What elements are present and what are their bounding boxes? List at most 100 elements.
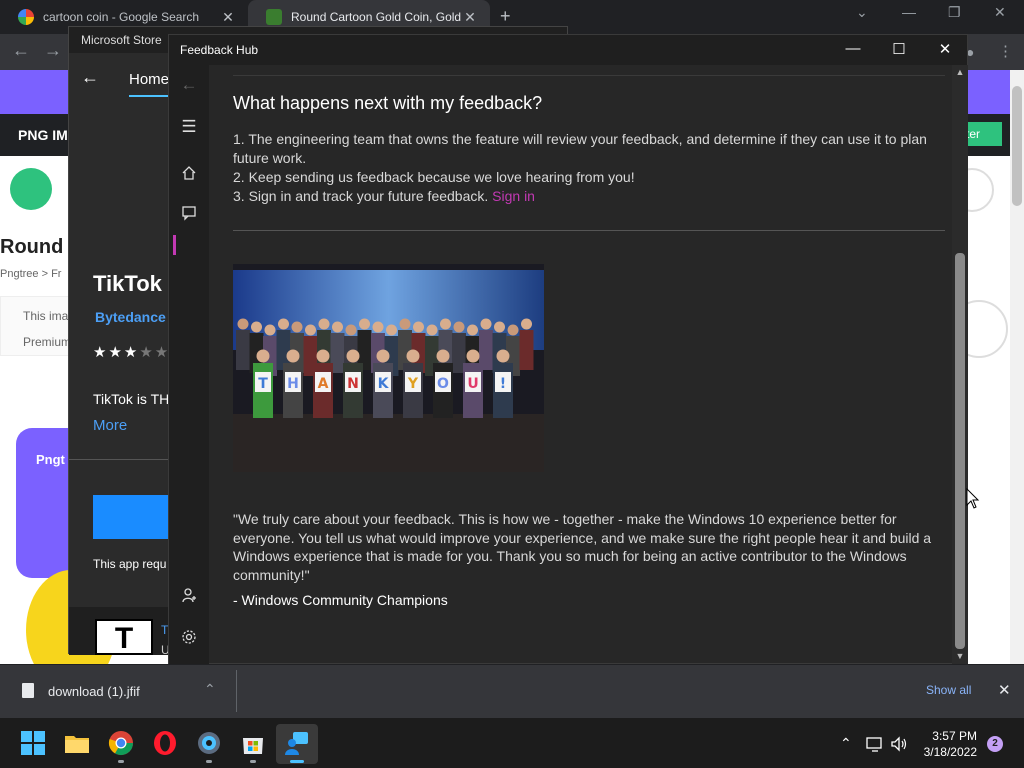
breadcrumb[interactable]: Pngtree > Fr [0, 268, 61, 280]
store-title: Microsoft Store [81, 33, 162, 47]
step-text: 3. Sign in and track your future feedbac… [233, 188, 489, 204]
chevron-up-icon[interactable]: ⌃ [204, 681, 216, 698]
person-head [332, 321, 343, 333]
letter-card-text: Y [407, 376, 419, 392]
google-icon [18, 9, 34, 25]
close-icon[interactable]: ✕ [998, 681, 1011, 699]
back-icon[interactable]: ← [81, 67, 99, 88]
person-head [406, 349, 420, 363]
tab-home[interactable]: Home [129, 71, 169, 88]
new-tab-icon[interactable]: + [500, 6, 511, 27]
person-head [318, 318, 330, 330]
person-head [467, 324, 478, 336]
page-heading: Round [0, 236, 64, 258]
person-head [507, 324, 519, 336]
divider [233, 230, 945, 231]
person-body [519, 330, 534, 370]
pngtree-icon [266, 9, 282, 25]
notification-badge[interactable]: 2 [987, 736, 1003, 752]
scrollbar-thumb[interactable] [1012, 86, 1022, 206]
app-description: TikTok is TH [93, 391, 170, 407]
page-nav-label[interactable]: PNG IM [18, 127, 68, 143]
letter-card-text: A [318, 376, 329, 392]
promo-card-label: Pngt [36, 452, 65, 467]
person-body [236, 330, 250, 370]
active-nav-indicator [173, 235, 176, 255]
running-indicator-active [290, 760, 304, 763]
feedback-hub-window: Feedback Hub — ☐ ✕ ← ☰ What happens next… [168, 34, 968, 665]
person-head [426, 324, 438, 336]
download-item[interactable]: download (1).jfif [48, 684, 140, 699]
scroll-up-icon[interactable]: ▲ [952, 67, 968, 77]
promo-card[interactable]: Pngt [16, 428, 76, 578]
volume-icon[interactable] [890, 736, 908, 752]
minimize-icon[interactable]: — [843, 40, 863, 57]
clock-time[interactable]: 3:57 PM [931, 729, 977, 743]
opera-icon[interactable] [152, 730, 178, 756]
app-title: TikTok [93, 271, 162, 296]
feedback-hub-icon[interactable] [284, 730, 310, 756]
microsoft-store-icon[interactable] [240, 730, 266, 756]
person-head [316, 349, 330, 363]
settings-icon[interactable] [196, 730, 222, 756]
person-head [466, 349, 480, 363]
close-icon[interactable]: ✕ [935, 40, 955, 58]
requirements-text: This app requ [93, 557, 167, 571]
step-item: 2. Keep sending us feedback because we l… [233, 168, 945, 187]
person-head [346, 349, 360, 363]
person-head [440, 318, 451, 330]
maximize-icon[interactable]: ☐ [889, 40, 909, 58]
letter-card-text: U [467, 376, 478, 392]
person-head [496, 349, 510, 363]
pngtree-logo-icon[interactable] [10, 168, 52, 210]
home-icon[interactable] [169, 165, 209, 185]
clock-date[interactable]: 3/18/2022 [917, 745, 977, 759]
letter-card-text: T [258, 376, 268, 392]
chevron-up-icon[interactable]: ⌃ [840, 735, 852, 752]
divider [236, 670, 237, 712]
person-head [494, 321, 505, 333]
thank-you-team-photo: T H A N K Y O U! [233, 264, 544, 472]
chrome-icon[interactable] [108, 730, 134, 756]
file-icon [22, 683, 34, 698]
person-head [436, 349, 450, 363]
feedback-icon[interactable] [169, 205, 209, 225]
developer-link[interactable]: Bytedance [95, 309, 166, 325]
add-user-icon[interactable] [169, 587, 209, 607]
champions-quote: "We truly care about your feedback. This… [233, 511, 932, 583]
close-icon[interactable]: ✕ [994, 4, 1006, 21]
hamburger-menu-icon[interactable]: ☰ [169, 117, 209, 137]
more-link[interactable]: More [93, 417, 127, 434]
downloads-bar [0, 664, 1024, 718]
person-head [237, 318, 249, 330]
tab-search-icon[interactable]: ⌄ [856, 4, 868, 21]
feedback-hub-scrollbar[interactable]: ▲ ▼ [952, 65, 968, 665]
person-head [305, 324, 316, 336]
scrollbar-thumb[interactable] [955, 253, 965, 649]
scroll-down-icon[interactable]: ▼ [952, 651, 968, 661]
network-icon[interactable] [866, 736, 884, 752]
tab-close-icon[interactable]: ✕ [220, 9, 236, 26]
step-text: 2. Keep sending us feedback because we l… [233, 169, 635, 185]
person-head [286, 349, 300, 363]
mouse-cursor-icon [966, 488, 980, 509]
tab-title: Round Cartoon Gold Coin, Gold C [291, 10, 462, 24]
restore-icon[interactable]: ❐ [948, 4, 961, 21]
sign-in-link[interactable]: Sign in [492, 188, 535, 204]
minimize-icon[interactable]: — [902, 4, 916, 20]
back-icon[interactable]: ← [169, 75, 209, 95]
forward-icon[interactable]: → [44, 40, 62, 61]
settings-gear-icon[interactable] [169, 629, 209, 649]
person-head [372, 321, 384, 333]
back-icon[interactable]: ← [12, 40, 30, 61]
person-head [521, 318, 532, 330]
section-heading: What happens next with my feedback? [233, 93, 543, 113]
menu-icon[interactable]: ⋮ [998, 42, 1013, 60]
show-all-button[interactable]: Show all [926, 683, 971, 697]
person-head [480, 318, 492, 330]
file-explorer-icon[interactable] [64, 730, 90, 756]
person-head [413, 321, 424, 333]
page-scrollbar[interactable] [1010, 70, 1024, 664]
start-windows-icon[interactable] [20, 730, 46, 756]
tab-close-icon[interactable]: ✕ [462, 9, 478, 26]
